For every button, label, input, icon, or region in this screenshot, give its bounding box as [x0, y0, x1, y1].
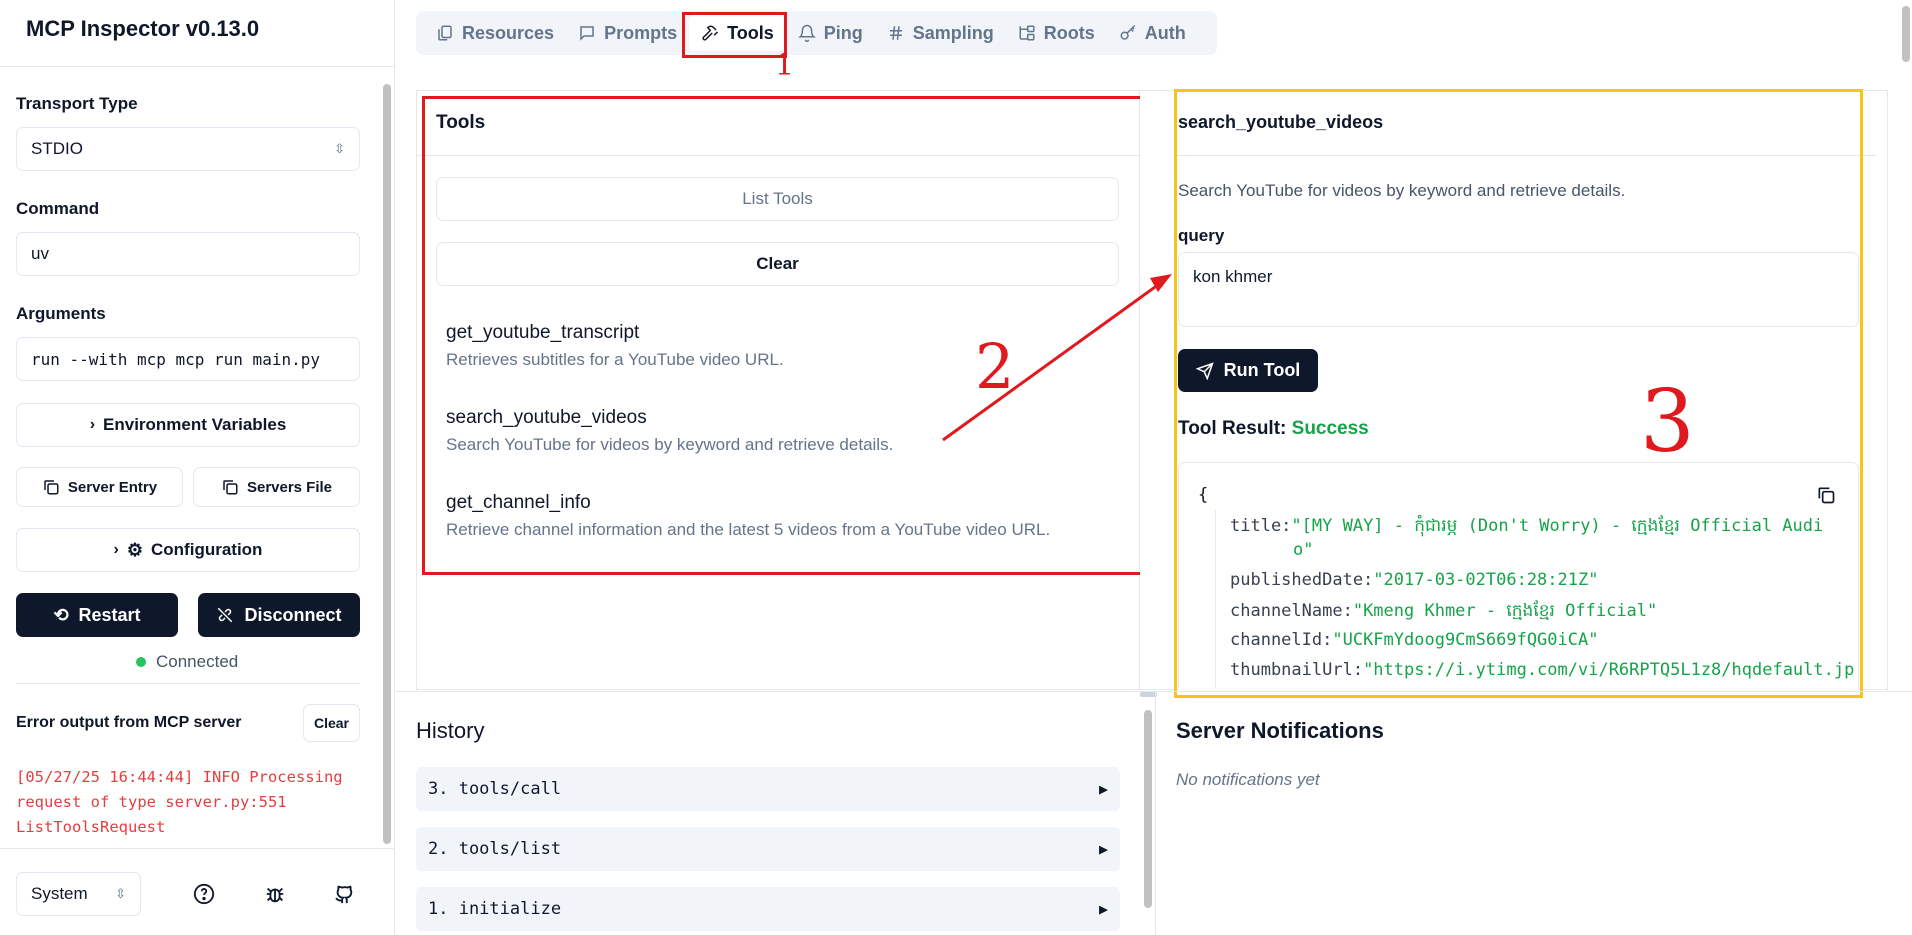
annotation-overlay — [942, 274, 1172, 442]
app-root: MCP Inspector v0.13.0 Transport Type STD… — [0, 0, 1912, 935]
annotation-number-2: 2 — [975, 330, 1015, 403]
annotation-number-3: 3 — [1640, 372, 1695, 472]
